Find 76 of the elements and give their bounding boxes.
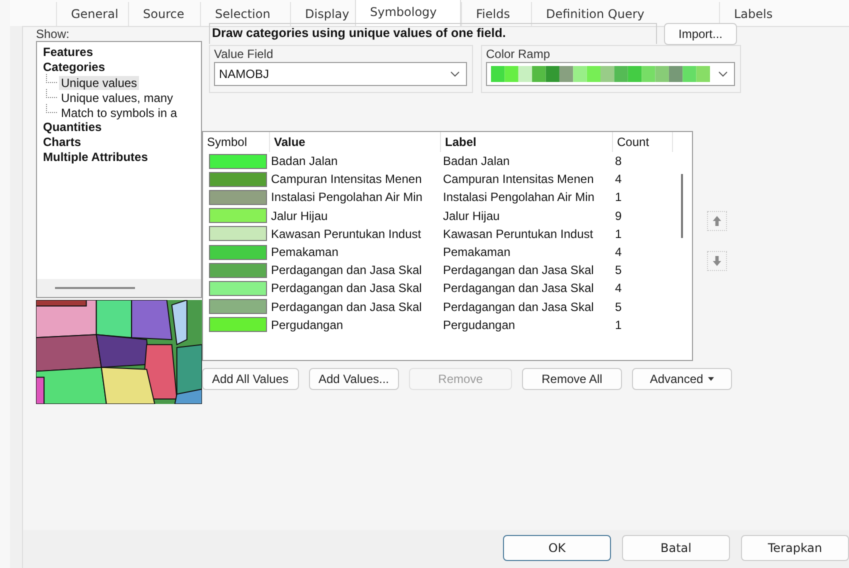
move-up-button[interactable] [707,211,727,231]
group-label: Value Field [214,47,274,62]
table-cell-text: 1 [614,190,623,204]
table-cell-text: Pemakaman [270,245,340,260]
symbol-swatch[interactable] [209,190,267,205]
table-cell-text: 4 [614,245,623,260]
scrollbar-thumb[interactable] [681,174,683,238]
table-cell-text: Perdagangan dan Jasa Skal [442,263,595,278]
table-cell-text: Jalur Hijau [270,208,329,223]
tree-item[interactable]: Features [43,45,94,60]
table-cell-text: 4 [614,172,623,186]
symbol-swatch[interactable] [209,244,267,260]
table-cell-text: Perdagangan dan Jasa Skal [442,300,595,314]
table-cell-text: 5 [614,300,623,314]
color-ramp-dropdown[interactable] [486,62,735,86]
symbol-swatch[interactable] [209,154,267,169]
column-header[interactable]: Value [270,132,441,152]
tree-item[interactable]: Multiple Attributes [43,150,148,165]
chevron-down-icon [450,71,460,77]
symbol-swatch[interactable] [209,262,267,278]
table-cell-text: Kawasan Peruntukan Indust [270,226,422,241]
move-down-button[interactable] [707,251,727,271]
column-header[interactable]: Label [441,132,613,152]
table-cell-text: Badan Jalan [442,154,511,168]
show-label: Show: [36,27,70,41]
tree-item[interactable]: Categories [43,60,106,75]
table-cell-text: Badan Jalan [270,154,339,168]
import-button[interactable]: Import... [664,23,737,45]
symbol-swatch[interactable] [209,280,267,296]
tree-item[interactable]: Unique values, many [59,90,176,104]
table-cell-text: Perdagangan dan Jasa Skal [270,300,423,314]
dialog-button[interactable]: Batal [622,535,730,561]
description-text: Draw categories using unique values of one field. [209,23,657,44]
table-cell-text: Perdagangan dan Jasa Skal [442,281,595,296]
tree-item[interactable]: Unique values [59,76,140,90]
table-cell-text: 4 [614,281,623,296]
tree-item[interactable]: Charts [43,135,82,150]
tab[interactable]: Symbology [355,0,461,26]
scrollbar-thumb[interactable] [55,287,135,289]
arrow-down-icon [712,255,722,267]
tree-item[interactable]: Quantities [43,120,102,135]
dialog-button[interactable]: OK [503,535,611,561]
dialog-button[interactable]: Terapkan [741,535,849,561]
column-header[interactable]: Count [613,132,673,152]
group-label: Color Ramp [486,47,552,62]
column-header[interactable]: Symbol [203,132,270,152]
table-cell-text: Pergudangan [442,318,516,332]
table-cell-text: Kawasan Peruntukan Indust [442,226,594,241]
symbol-swatch[interactable] [209,172,267,187]
table-cell-text: 9 [614,208,623,223]
advanced-button[interactable]: Advanced [632,368,732,390]
table-cell-text: Instalasi Pengolahan Air Min [270,190,424,204]
table-cell-text: Perdagangan dan Jasa Skal [270,281,423,296]
table-cell-text: Instalasi Pengolahan Air Min [442,190,596,204]
value-field-dropdown[interactable]: NAMOBJ [214,62,467,86]
arrow-up-icon [712,215,722,227]
table-cell-text: 1 [614,318,623,332]
symbol-swatch[interactable] [209,317,267,332]
table-button[interactable]: Remove All [522,368,622,390]
table-cell-text: 5 [614,263,623,278]
table-cell-text: Jalur Hijau [442,208,501,223]
chevron-down-icon [718,71,728,77]
symbol-swatch[interactable] [209,299,267,314]
table-cell-text: 8 [614,154,623,168]
caret-icon [708,377,714,381]
tree-item[interactable]: Match to symbols in a [59,106,180,120]
table-cell-text: Perdagangan dan Jasa Skal [270,263,423,278]
table-cell-text: 1 [614,226,623,241]
table-button[interactable]: Add All Values [202,368,298,390]
table-cell-text: Campuran Intensitas Menen [442,172,595,186]
table-button[interactable]: Add Values... [308,368,399,390]
symbol-swatch[interactable] [209,208,267,224]
table-cell-text: Pemakaman [442,245,512,260]
table-cell-text: Campuran Intensitas Menen [270,172,423,186]
symbol-swatch[interactable] [209,226,267,242]
table-cell-text: Pergudangan [270,318,344,332]
